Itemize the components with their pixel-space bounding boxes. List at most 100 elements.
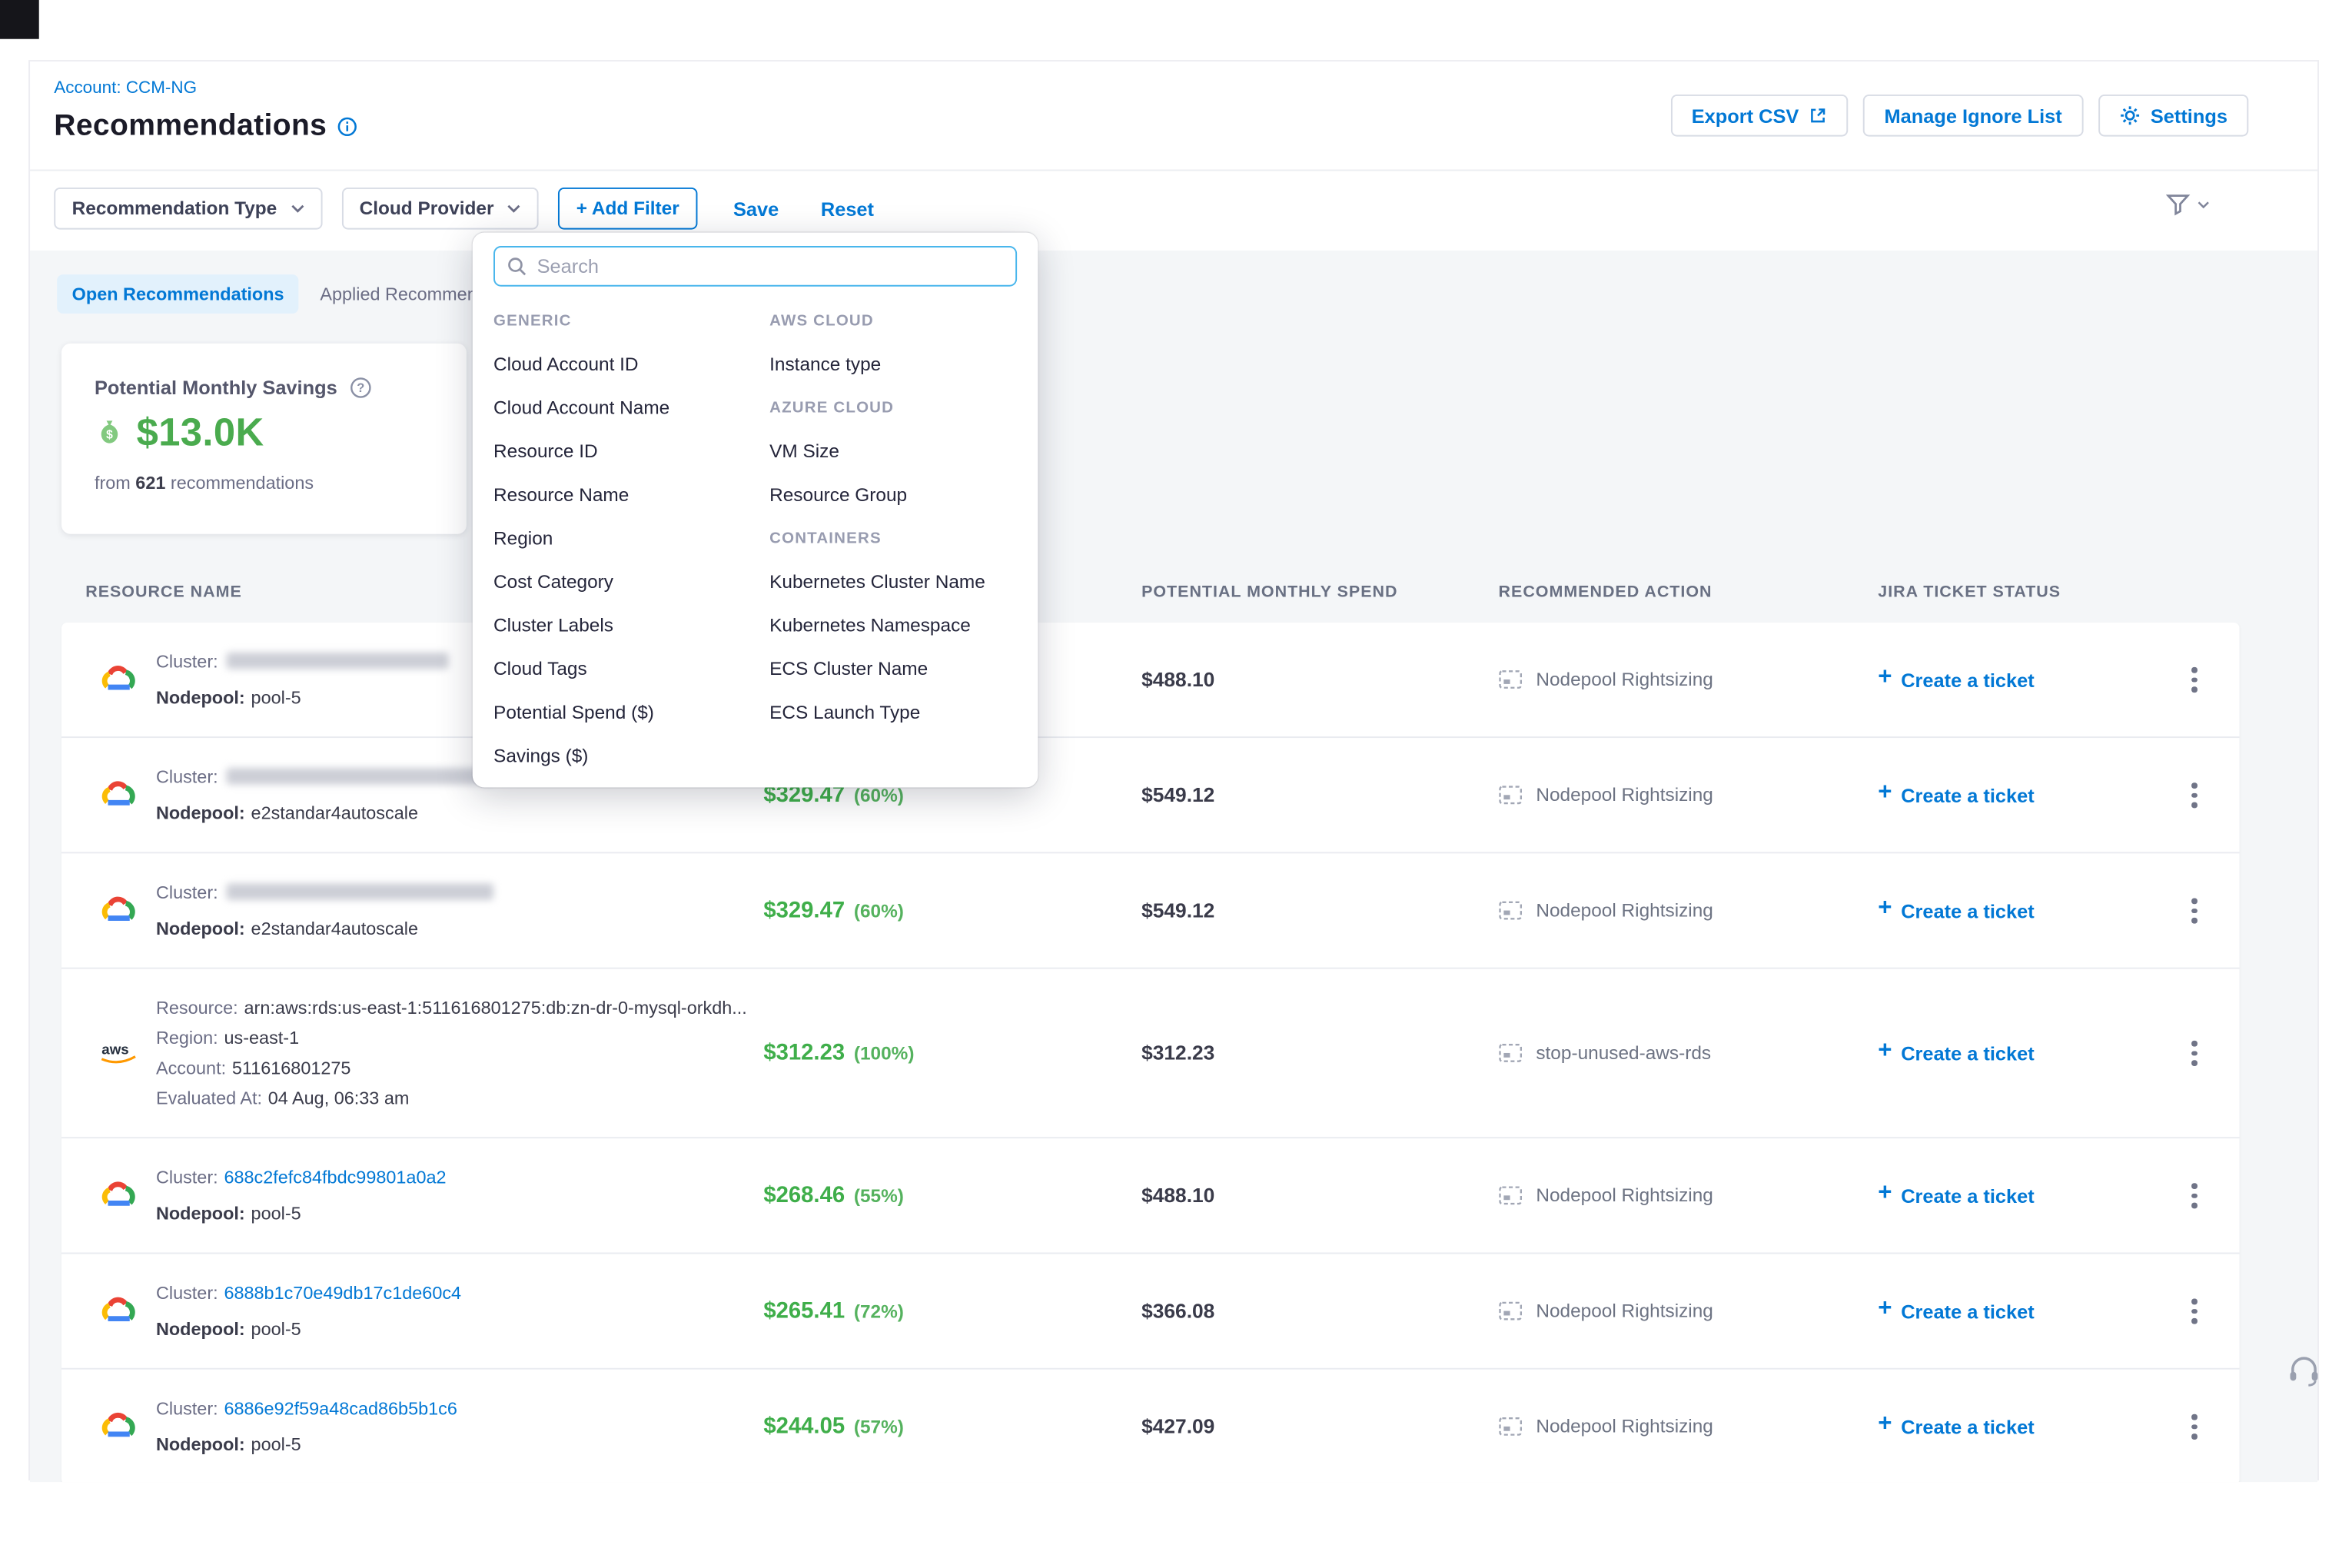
spend-value: $549.12 bbox=[1141, 899, 1214, 922]
filter-option[interactable]: Potential Spend ($) bbox=[493, 690, 766, 734]
info-icon[interactable] bbox=[337, 117, 357, 136]
potential-savings-card: Potential Monthly Savings ? $ $13.0K fro… bbox=[61, 344, 467, 534]
filter-options-cloud-column: AWS CLOUDInstance typeAZURE CLOUDVM Size… bbox=[769, 298, 1025, 733]
nodepool-label: Nodepool: bbox=[156, 687, 245, 708]
rightsizing-icon bbox=[1499, 900, 1523, 921]
create-ticket-button[interactable]: +Create a ticket bbox=[1878, 1299, 2034, 1323]
filter-option[interactable]: Cloud Account Name bbox=[493, 386, 766, 430]
add-filter-button[interactable]: + Add Filter bbox=[558, 188, 697, 230]
table-row[interactable]: Cluster:688c2fefc84fbdc99801a0a2 Nodepoo… bbox=[61, 1138, 2240, 1254]
save-filter-button[interactable]: Save bbox=[733, 198, 779, 220]
table-row[interactable]: aws Resource:arn:aws:rds:us-east-1:51161… bbox=[61, 969, 2240, 1139]
header-divider bbox=[30, 170, 2317, 171]
recommendations-table: Cluster: Nodepool: pool-5 $488.10 Nodepoo… bbox=[61, 623, 2240, 1482]
chevron-down-icon bbox=[507, 204, 521, 213]
nodepool-value: pool-5 bbox=[251, 1318, 301, 1339]
filter-option[interactable]: ECS Launch Type bbox=[769, 690, 1025, 734]
plus-icon: + bbox=[1878, 1411, 1892, 1438]
account-value: 511616801275 bbox=[232, 1058, 351, 1078]
savings-subtitle-from: from bbox=[95, 473, 131, 493]
row-menu-button[interactable] bbox=[2184, 1175, 2204, 1215]
svg-text:?: ? bbox=[357, 381, 364, 395]
create-ticket-button[interactable]: +Create a ticket bbox=[1878, 783, 2034, 807]
table-row[interactable]: Cluster:6888b1c70e49db17c1de60c4 Nodepoo… bbox=[61, 1254, 2240, 1369]
col-potential-monthly-spend: POTENTIAL MONTHLY SPEND bbox=[1141, 583, 1397, 601]
account-breadcrumb[interactable]: Account: CCM-NG bbox=[54, 79, 197, 97]
table-row[interactable]: Cluster: Nodepool:pool-5 $488.10 Nodepoo… bbox=[61, 623, 2240, 738]
filter-option[interactable]: VM Size bbox=[769, 429, 1025, 473]
plus-icon: + bbox=[1878, 665, 1892, 692]
filter-option[interactable]: Instance type bbox=[769, 342, 1025, 386]
gcp-icon bbox=[95, 1180, 142, 1211]
gcp-icon bbox=[95, 895, 142, 926]
settings-button[interactable]: Settings bbox=[2098, 95, 2249, 137]
nodepool-value: e2standar4autoscale bbox=[251, 918, 418, 938]
dropdown-search-box bbox=[493, 246, 1017, 287]
nodepool-label: Nodepool: bbox=[156, 918, 245, 938]
search-input[interactable] bbox=[537, 255, 1004, 277]
table-row[interactable]: Cluster:6886e92f59a48cad86b5b1c6 Nodepoo… bbox=[61, 1370, 2240, 1482]
filter-option[interactable]: Region bbox=[493, 516, 766, 560]
rightsizing-icon bbox=[1499, 1301, 1523, 1321]
filter-option[interactable]: Savings ($) bbox=[493, 733, 766, 777]
export-csv-label: Export CSV bbox=[1692, 105, 1799, 127]
gcp-icon bbox=[95, 1295, 142, 1327]
create-ticket-button[interactable]: +Create a ticket bbox=[1878, 667, 2034, 691]
rightsizing-icon bbox=[1499, 1185, 1523, 1206]
row-menu-button[interactable] bbox=[2184, 891, 2204, 931]
rightsizing-icon bbox=[1499, 669, 1523, 689]
recommendation-type-dropdown[interactable]: Recommendation Type bbox=[54, 188, 322, 230]
help-circle-icon[interactable]: ? bbox=[349, 377, 371, 399]
cluster-id-link[interactable]: 688c2fefc84fbdc99801a0a2 bbox=[224, 1167, 446, 1188]
savings-percent: (57%) bbox=[854, 1417, 904, 1437]
filter-section-header: AWS CLOUD bbox=[769, 298, 1025, 342]
region-label: Region: bbox=[156, 1028, 218, 1048]
filter-option[interactable]: Kubernetes Cluster Name bbox=[769, 560, 1025, 603]
savings-value: $268.46 bbox=[763, 1183, 845, 1208]
recommended-action-label: Nodepool Rightsizing bbox=[1536, 900, 1713, 921]
table-row[interactable]: Cluster: Nodepool:e2standar4autoscale $3… bbox=[61, 853, 2240, 968]
filter-funnel-button[interactable] bbox=[2166, 194, 2210, 216]
evaluated-at-label: Evaluated At: bbox=[156, 1088, 262, 1108]
redacted-cluster-value bbox=[227, 768, 493, 784]
create-ticket-button[interactable]: +Create a ticket bbox=[1878, 1184, 2034, 1208]
manage-ignore-list-button[interactable]: Manage Ignore List bbox=[1863, 95, 2083, 137]
filter-option[interactable]: Cloud Account ID bbox=[493, 342, 766, 386]
create-ticket-button[interactable]: +Create a ticket bbox=[1878, 1414, 2034, 1438]
row-menu-button[interactable] bbox=[2184, 659, 2204, 699]
filter-option[interactable]: Kubernetes Namespace bbox=[769, 603, 1025, 647]
spend-value: $488.10 bbox=[1141, 668, 1214, 690]
create-ticket-button[interactable]: +Create a ticket bbox=[1878, 1041, 2034, 1065]
create-ticket-label: Create a ticket bbox=[1901, 1184, 2034, 1207]
filter-section-header: GENERIC bbox=[493, 298, 766, 342]
filter-option[interactable]: Resource Group bbox=[769, 473, 1025, 517]
row-menu-button[interactable] bbox=[2184, 1407, 2204, 1447]
filter-option[interactable]: ECS Cluster Name bbox=[769, 646, 1025, 690]
filter-option[interactable]: Cloud Tags bbox=[493, 646, 766, 690]
filter-option[interactable]: Cluster Labels bbox=[493, 603, 766, 647]
nodepool-value: pool-5 bbox=[251, 1434, 301, 1455]
corner-artifact bbox=[0, 0, 39, 39]
row-menu-button[interactable] bbox=[2184, 1291, 2204, 1331]
reset-filter-button[interactable]: Reset bbox=[821, 198, 874, 220]
create-ticket-label: Create a ticket bbox=[1901, 1041, 2034, 1064]
export-csv-button[interactable]: Export CSV bbox=[1670, 95, 1848, 137]
row-menu-button[interactable] bbox=[2184, 775, 2204, 815]
support-headset-icon[interactable] bbox=[2286, 1354, 2322, 1395]
tab-open-recommendations[interactable]: Open Recommendations bbox=[57, 274, 299, 314]
filter-option[interactable]: Cost Category bbox=[493, 560, 766, 603]
rightsizing-icon bbox=[1499, 785, 1523, 806]
create-ticket-button[interactable]: +Create a ticket bbox=[1878, 899, 2034, 922]
savings-card-title: Potential Monthly Savings bbox=[95, 377, 337, 399]
cluster-id-link[interactable]: 6886e92f59a48cad86b5b1c6 bbox=[224, 1398, 457, 1419]
row-menu-button[interactable] bbox=[2184, 1033, 2204, 1073]
cluster-id-link[interactable]: 6888b1c70e49db17c1de60c4 bbox=[224, 1283, 461, 1304]
cloud-provider-dropdown[interactable]: Cloud Provider bbox=[341, 188, 539, 230]
cluster-label: Cluster: bbox=[156, 882, 218, 902]
filter-option[interactable]: Resource Name bbox=[493, 473, 766, 517]
gear-icon bbox=[2119, 105, 2140, 126]
filter-option[interactable]: Resource ID bbox=[493, 429, 766, 473]
cluster-label: Cluster: bbox=[156, 1167, 218, 1188]
evaluated-at-value: 04 Aug, 06:33 am bbox=[268, 1088, 410, 1108]
table-row[interactable]: Cluster: Nodepool:e2standar4autoscale $3… bbox=[61, 738, 2240, 853]
